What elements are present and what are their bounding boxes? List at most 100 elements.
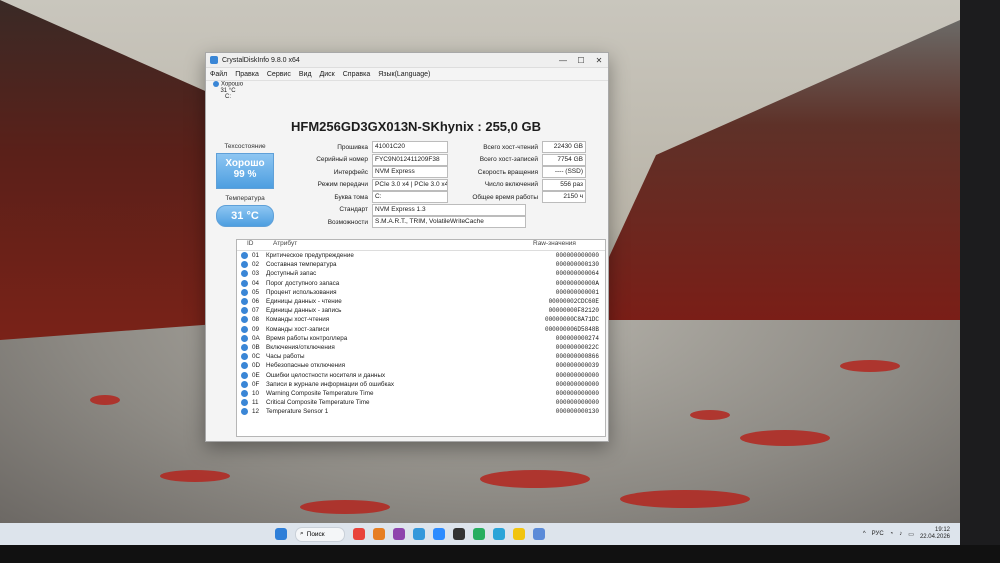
status-dot-icon <box>241 371 248 379</box>
smart-header-attr[interactable]: Атрибут <box>269 240 533 250</box>
smart-raw: 000000000000 <box>555 371 599 379</box>
app-icon[interactable] <box>353 528 365 540</box>
smart-row[interactable]: 09 Команды хост-записи 000000006D5848B <box>237 325 605 334</box>
app-icon[interactable] <box>413 528 425 540</box>
status-dot-icon <box>241 399 248 407</box>
battery-icon[interactable]: ▭ <box>908 531 914 538</box>
minimize-button[interactable]: — <box>554 56 572 65</box>
app-icon[interactable] <box>453 528 465 540</box>
app-icon[interactable] <box>373 528 385 540</box>
smart-row[interactable]: 0C Часы работы 000000000866 <box>237 352 605 361</box>
smart-raw: 000000000000 <box>555 389 599 397</box>
smart-row[interactable]: 12 Temperature Sensor 1 000000000130 <box>237 407 605 416</box>
zoom-icon[interactable] <box>433 528 445 540</box>
language-indicator[interactable]: РУС <box>872 531 884 537</box>
info-row: Стандарт NVM Express 1.3 <box>281 203 601 217</box>
smart-row[interactable]: 11 Critical Composite Temperature Time 000… <box>237 398 605 407</box>
smart-row[interactable]: 0A Время работы контроллера 000000000274 <box>237 334 605 343</box>
menu-language[interactable]: Язык(Language) <box>378 71 430 78</box>
smart-header-id[interactable]: ID <box>237 240 269 250</box>
close-button[interactable]: ✕ <box>590 56 608 65</box>
smart-attribute: Temperature Sensor 1 <box>266 408 329 416</box>
app-icon[interactable] <box>473 528 485 540</box>
menu-view[interactable]: Вид <box>299 71 312 78</box>
temperature-label: Температура <box>225 195 265 202</box>
smart-attribute: Warning Composite Temperature Time <box>266 389 374 397</box>
info-label: Скорость вращения <box>477 168 538 176</box>
telegram-icon[interactable] <box>493 528 505 540</box>
menu-service[interactable]: Сервис <box>267 71 291 78</box>
maximize-button[interactable]: ☐ <box>572 56 590 65</box>
clock-time: 19:12 <box>934 527 950 533</box>
info-label: Всего хост-чтений <box>483 143 538 151</box>
volume-icon[interactable]: ♪ <box>899 531 902 537</box>
system-tray: ^ РУС ◔ ♪ ▭ 19:12 22.04.2026 <box>863 527 950 541</box>
petal <box>740 430 830 446</box>
smart-attribute: Процент использования <box>266 288 337 296</box>
smart-attribute: Доступный запас <box>266 270 317 278</box>
menu-help[interactable]: Справка <box>343 71 370 78</box>
petal <box>690 410 730 420</box>
menu-disk[interactable]: Диск <box>320 71 335 78</box>
menu-file[interactable]: Файл <box>210 71 227 78</box>
clock[interactable]: 19:12 22.04.2026 <box>920 527 950 541</box>
smart-raw: 000000006D5848B <box>544 325 599 333</box>
smart-row[interactable]: 0D Небезопасные отключения 000000000039 <box>237 361 605 370</box>
smart-header-raw[interactable]: Raw-значения <box>533 240 605 250</box>
search-box[interactable]: ⌕ Поиск <box>295 526 345 542</box>
start-icon[interactable] <box>275 528 287 540</box>
status-dot-icon <box>241 408 248 416</box>
smart-attribute: Единицы данных - запись <box>266 307 342 315</box>
smart-row[interactable]: 0B Включения/отключения 00000000022C <box>237 343 605 352</box>
chevron-up-icon[interactable]: ^ <box>863 531 866 537</box>
smart-row[interactable]: 07 Единицы данных - запись 00000000F82120 <box>237 306 605 315</box>
status-dot-icon <box>241 316 248 324</box>
menu-bar: Файл Правка Сервис Вид Диск Справка Язык… <box>206 68 608 81</box>
smart-raw: 00000000022C <box>555 343 599 351</box>
window-title: CrystalDiskInfo 9.8.0 x64 <box>222 56 300 64</box>
smart-id: 11 <box>252 399 259 407</box>
smart-row[interactable]: 10 Warning Composite Temperature Time 0000… <box>237 389 605 398</box>
smart-raw: 00000000000A <box>555 279 599 287</box>
clock-date: 22.04.2026 <box>919 534 950 540</box>
smart-id: 06 <box>252 298 260 306</box>
status-dot-icon <box>241 389 248 397</box>
smart-id: 05 <box>252 288 260 296</box>
smart-row[interactable]: 0F Записи в журнале информации об ошибках… <box>237 380 605 389</box>
info-label: Буква тома <box>334 193 368 201</box>
chrome-icon[interactable] <box>513 528 525 540</box>
smart-raw: 000000000866 <box>555 353 599 361</box>
search-label: Поиск <box>306 530 325 538</box>
status-dot-icon <box>241 307 248 315</box>
wifi-icon[interactable]: ◔ <box>890 531 894 537</box>
smart-row[interactable]: 06 Единицы данных - чтение 00000002CDC60E <box>237 297 605 306</box>
smart-id: 04 <box>252 279 260 287</box>
temperature-value[interactable]: 31 °C <box>216 205 274 227</box>
info-value: 41001C20 <box>372 141 448 154</box>
disk-tab[interactable]: Хорошо 31 °C C: <box>210 81 246 109</box>
smart-row[interactable]: 03 Доступный запас 000000000064 <box>237 269 605 278</box>
smart-row[interactable]: 02 Составная температура 000000000130 <box>237 260 605 269</box>
smart-raw: 00000002CDC60E <box>548 298 599 306</box>
smart-row[interactable]: 08 Команды хост-чтения 00000000C8A71DC <box>237 315 605 324</box>
health-status-button[interactable]: Хорошо 99 % <box>216 153 274 189</box>
smart-attribute: Часы работы <box>266 353 305 361</box>
smart-row[interactable]: 01 Критическое предупреждение 000000000000 <box>237 251 605 260</box>
app-icon[interactable] <box>393 528 405 540</box>
info-value: NVM Express 1.3 <box>372 203 526 216</box>
smart-table[interactable]: ID Атрибут Raw-значения 01 Критическое пр… <box>236 239 606 437</box>
smart-raw: 000000000130 <box>555 408 599 416</box>
crystaldiskinfo-window[interactable]: CrystalDiskInfo 9.8.0 x64 — ☐ ✕ Файл Пра… <box>205 52 609 442</box>
smart-row[interactable]: 0E Ошибки целостности носителя и данных 00… <box>237 370 605 379</box>
smart-id: 12 <box>252 408 260 416</box>
wallpaper-right-building <box>580 20 960 320</box>
smart-attribute: Единицы данных - чтение <box>266 298 342 306</box>
monitor-edge <box>960 0 1000 563</box>
menu-edit[interactable]: Правка <box>235 71 259 78</box>
status-panel: Техсостояние Хорошо 99 % Температура 31 … <box>216 143 274 230</box>
info-label: Интерфейс <box>333 168 368 176</box>
smart-row[interactable]: 05 Процент использования 000000000001 <box>237 288 605 297</box>
smart-row[interactable]: 04 Порог доступного запаса 00000000000A <box>237 279 605 288</box>
crystaldiskinfo-taskbar-icon[interactable] <box>533 528 545 540</box>
title-bar[interactable]: CrystalDiskInfo 9.8.0 x64 — ☐ ✕ <box>206 53 608 68</box>
